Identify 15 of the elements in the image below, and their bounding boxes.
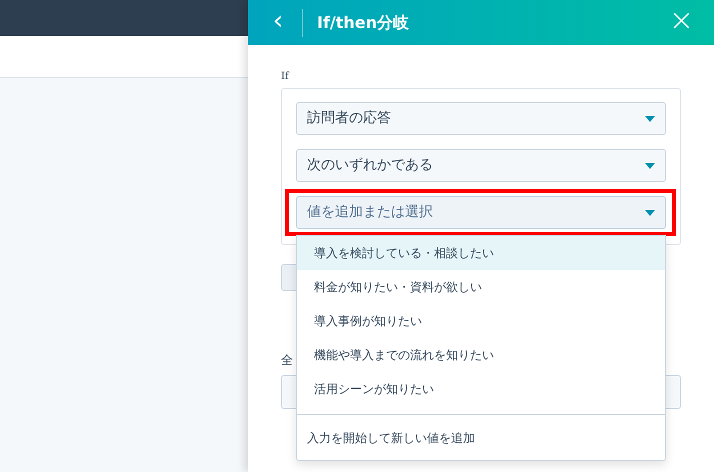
select-field[interactable]: 次のいずれかである [296,149,666,182]
select-field[interactable]: 訪問者の応答 [296,102,666,135]
menu-option[interactable]: 導入事例が知りたい [297,304,665,338]
menu-option[interactable]: 導入を検討している・相談したい [297,236,665,270]
condition-label: If [281,70,290,84]
select-field[interactable]: 値を追加または選択 [296,196,666,229]
caret-icon [645,116,655,122]
menu-option[interactable]: 料金が知りたい・資料が欲しい [297,270,665,304]
menu-option[interactable]: 活用シーンが知りたい [297,372,665,406]
caret-icon [645,210,655,216]
panel-title: If/then分岐 [317,12,410,34]
menu-option[interactable]: 機能や導入までの流れを知りたい [297,338,665,372]
caret-icon [645,162,655,168]
section-label: 全 [281,352,293,369]
add-value-option[interactable]: 入力を開始して新しい値を追加 [297,415,665,460]
